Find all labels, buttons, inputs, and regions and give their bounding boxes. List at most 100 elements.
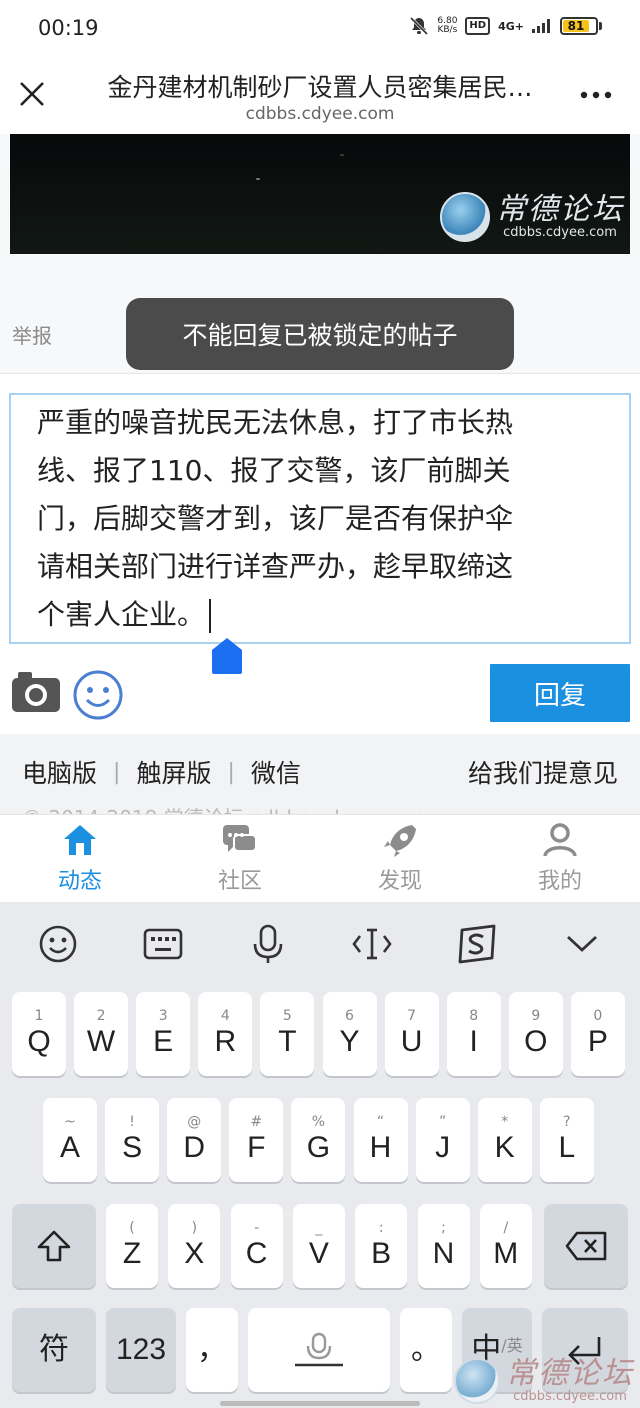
key-hint: * (501, 1114, 509, 1130)
key-hint: / (503, 1220, 509, 1236)
comma-key[interactable]: ， (186, 1308, 238, 1392)
reply-line: 门，后脚交警才到，该厂是否有保护伞 (37, 502, 514, 535)
key-hint: @ (187, 1114, 202, 1130)
camera-icon (12, 672, 60, 712)
home-indicator[interactable] (220, 1401, 420, 1406)
reply-line: 个害人企业。 (37, 598, 206, 631)
space-mic-icon (295, 1332, 343, 1367)
locked-toast: 不能回复已被锁定的帖子 (126, 298, 514, 370)
key-x[interactable]: ) X (168, 1204, 221, 1288)
more-button[interactable] (576, 80, 616, 110)
home-icon (64, 825, 96, 855)
kb-sogou-button[interactable] (453, 920, 501, 968)
footer-link-touch[interactable]: 触屏版 (136, 754, 211, 790)
key-a[interactable]: ~ A (43, 1098, 97, 1182)
key-label: J (435, 1131, 451, 1164)
battery-level: 81 (563, 20, 589, 32)
camera-button[interactable] (10, 670, 62, 714)
bottom-tab-bar: 动态 社区 发现 我的 (0, 814, 640, 902)
key-hint: ? (563, 1114, 571, 1130)
key-label: R (214, 1025, 237, 1058)
tab-community[interactable]: 社区 (160, 815, 320, 902)
key-w[interactable]: 2W (74, 992, 129, 1076)
key-l[interactable]: ? L (539, 1098, 594, 1182)
key-label: Z (122, 1237, 142, 1270)
forum-watermark: 常德论坛 cdbbs.cdyee.com (440, 192, 624, 242)
kb-hide-button[interactable] (558, 920, 606, 968)
kb-layout-button[interactable] (139, 920, 187, 968)
key-hint: ” (438, 1114, 447, 1130)
reply-submit-button[interactable]: 回复 (490, 664, 630, 722)
kb-voice-button[interactable] (244, 920, 292, 968)
footer-link-wechat[interactable]: 微信 (251, 754, 301, 790)
key-t[interactable]: 5T (260, 992, 315, 1076)
key-label: N (432, 1237, 455, 1270)
key-label: P (587, 1025, 608, 1058)
emoji-face-icon (40, 925, 77, 963)
tab-activity[interactable]: 动态 (0, 815, 160, 902)
key-q[interactable]: 1Q (12, 992, 66, 1076)
key-r[interactable]: 4R (198, 992, 253, 1076)
key-z[interactable]: (Z (106, 1204, 158, 1288)
symbol-key[interactable]: 符 (12, 1308, 96, 1392)
key-label: A (59, 1131, 80, 1164)
text-cursor-icon (352, 928, 392, 960)
kb-cursor-button[interactable] (348, 920, 396, 968)
key-hint: % (311, 1114, 326, 1130)
key-y[interactable]: 6Y (322, 992, 377, 1076)
key-s[interactable]: ! S (105, 1098, 160, 1182)
mute-bell-icon (410, 16, 429, 36)
net-speed-unit: KB/s (437, 25, 458, 35)
emoji-button[interactable] (72, 669, 124, 721)
key-e[interactable]: 3E (136, 992, 191, 1076)
forum-logo-icon (440, 192, 490, 242)
key-hint: 4 (220, 1008, 230, 1024)
status-icons: 6.80 KB/s HD 4G+ 81 (409, 16, 602, 36)
key-f[interactable]: # F (229, 1098, 284, 1182)
key-m[interactable]: / M (479, 1204, 532, 1288)
key-o[interactable]: 9O (508, 992, 563, 1076)
shift-key[interactable] (12, 1204, 96, 1288)
key-c[interactable]: -C (230, 1204, 283, 1288)
reply-textarea[interactable]: 严重的噪音扰民无法休息，打了市长热 线、报了110、报了交警，该厂前脚关 门，后… (9, 393, 631, 644)
tab-discover[interactable]: 发现 (320, 815, 480, 902)
period-key[interactable]: 。 (400, 1308, 452, 1392)
cursor-handle-icon[interactable] (212, 638, 242, 674)
kb-emoji-button[interactable] (34, 920, 82, 968)
key-v[interactable]: _ V (292, 1204, 345, 1288)
space-key[interactable] (248, 1308, 390, 1392)
key-j[interactable]: ” J (415, 1098, 470, 1182)
post-image[interactable]: 常德论坛 cdbbs.cdyee.com (10, 134, 630, 254)
text-caret (209, 599, 212, 633)
key-n[interactable]: ; N (417, 1204, 470, 1288)
close-button[interactable] (14, 76, 50, 112)
key-hint: ~ (64, 1114, 76, 1130)
page-domain: cdbbs.cdyee.com (245, 104, 395, 124)
chevron-down-icon (566, 935, 597, 952)
tab-label: 动态 (57, 869, 102, 894)
tab-profile[interactable]: 我的 (480, 815, 640, 902)
comma-key-label: ， (197, 1332, 227, 1367)
footer-link-desktop[interactable]: 电脑版 (22, 754, 97, 790)
number-key[interactable]: 123 (106, 1308, 176, 1392)
key-i[interactable]: 8I (446, 992, 501, 1076)
keyboard-icon (143, 928, 183, 960)
backspace-key[interactable] (544, 1204, 628, 1288)
key-hint: ( (129, 1220, 135, 1236)
report-link[interactable]: 举报 (12, 320, 52, 349)
key-g[interactable]: % G (291, 1098, 346, 1182)
sogou-logo-icon (458, 924, 496, 964)
key-label: V (308, 1237, 329, 1270)
key-u[interactable]: 7U (384, 992, 439, 1076)
key-h[interactable]: “H (353, 1098, 408, 1182)
key-b[interactable]: :B (355, 1204, 408, 1288)
key-p[interactable]: 0P (570, 992, 625, 1076)
key-k[interactable]: * K (477, 1098, 532, 1182)
smiley-icon (73, 670, 123, 720)
key-d[interactable]: @ D (167, 1098, 222, 1182)
key-label: Y (339, 1025, 360, 1058)
feedback-link[interactable]: 给我们提意见 (468, 754, 618, 790)
period-key-label: 。 (411, 1332, 441, 1367)
reply-line: 请相关部门进行详查严办，趁早取缔这 (37, 550, 514, 583)
rocket-icon (384, 825, 416, 857)
